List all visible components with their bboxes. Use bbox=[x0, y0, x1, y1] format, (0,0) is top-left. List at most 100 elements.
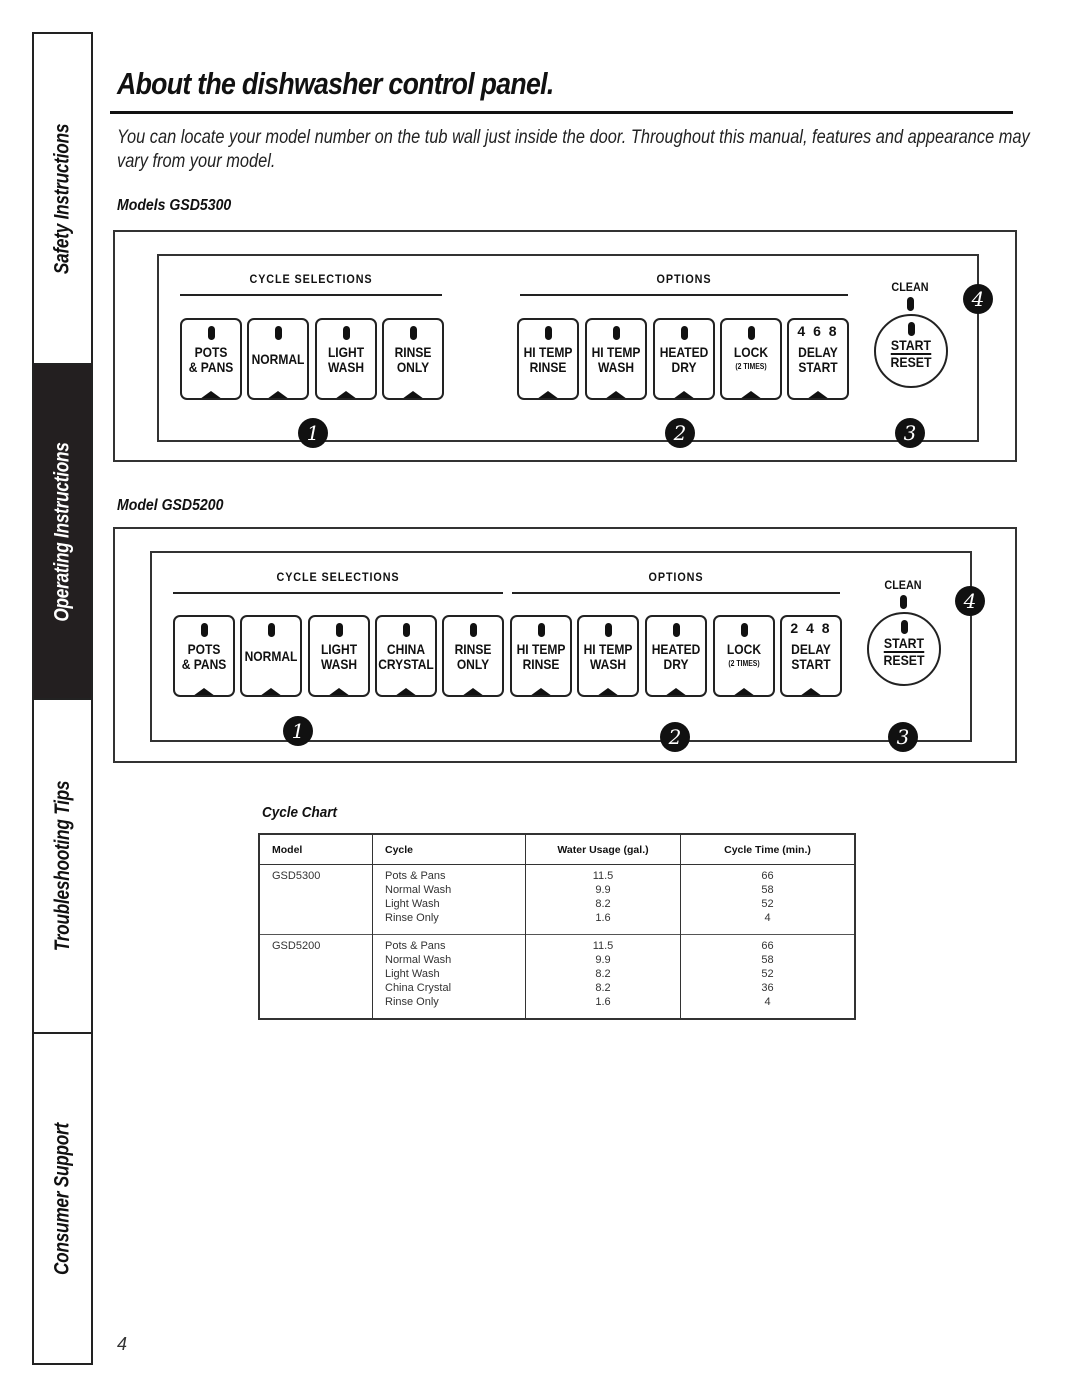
title-rule bbox=[110, 111, 1013, 114]
table-header-row: Model Cycle Water Usage (gal.) Cycle Tim… bbox=[259, 834, 856, 865]
cell-water-usage-value: 1.6 bbox=[595, 996, 611, 1008]
sidebar-tab-consumer-support[interactable]: Consumer Support bbox=[32, 1032, 93, 1365]
key-label: HEATED DRY bbox=[647, 641, 705, 672]
key-label-line-1: DELAY bbox=[798, 344, 838, 360]
key-label-line-2: ONLY bbox=[396, 359, 430, 375]
key-label: CHINA CRYSTAL bbox=[377, 642, 435, 672]
option-button-lock-2-times[interactable]: LOCK (2 TIMES) bbox=[713, 615, 775, 697]
option-button-heated-dry[interactable]: HEATED DRY bbox=[645, 615, 707, 697]
option-button-heated-dry[interactable]: HEATED DRY bbox=[653, 318, 715, 400]
key-label: HEATED DRY bbox=[655, 344, 713, 375]
key-notch-icon bbox=[530, 688, 552, 695]
column-header-model: Model bbox=[259, 834, 373, 865]
cycle-button-pots-pans[interactable]: POTS & PANS bbox=[173, 615, 235, 697]
sidebar-tab-operating-instructions[interactable]: Operating Instructions bbox=[32, 363, 93, 700]
cell-cycle-time-value: 36 bbox=[761, 982, 774, 994]
key-notch-icon bbox=[335, 391, 357, 398]
key-notch-icon bbox=[605, 391, 627, 398]
key-label: LOCK (2 TIMES) bbox=[715, 641, 773, 671]
key-label-line-1: RINSE bbox=[454, 641, 492, 657]
key-label: RINSE ONLY bbox=[384, 345, 442, 375]
start-reset-button[interactable]: START RESET bbox=[867, 612, 941, 686]
cell-cycle-time-value: 58 bbox=[761, 954, 774, 966]
table-row: GSD5200 Pots & Pans Normal Wash Light Wash C… bbox=[259, 934, 856, 1019]
cell-cycle-value: Normal Wash bbox=[385, 884, 452, 896]
key-label-line-1: HEATED bbox=[659, 344, 709, 360]
option-button-lock-2-times[interactable]: LOCK (2 TIMES) bbox=[720, 318, 782, 400]
callout-3-start-reset: 3 bbox=[888, 722, 918, 752]
sidebar-tab-safety-instructions[interactable]: Safety Instructions bbox=[32, 32, 93, 365]
start-reset-button[interactable]: START RESET bbox=[874, 314, 948, 388]
indicator-light-icon bbox=[335, 623, 343, 637]
cycle-button-china-crystal[interactable]: CHINA CRYSTAL bbox=[375, 615, 437, 697]
option-button-delay-start[interactable]: 2 4 8 DELAY START bbox=[780, 615, 842, 697]
key-label-line-2: RINSE bbox=[522, 656, 560, 672]
key-label: HI TEMP RINSE bbox=[519, 344, 577, 375]
key-label-line-1: HEATED bbox=[651, 641, 701, 657]
cell-water-usage-value: 9.9 bbox=[595, 954, 611, 966]
key-notch-icon bbox=[267, 391, 289, 398]
indicator-light-icon bbox=[402, 623, 410, 637]
callout-4-clean-light: 4 bbox=[955, 586, 985, 616]
sidebar-tab-label: Operating Instructions bbox=[50, 441, 74, 622]
start-label-text: START bbox=[890, 337, 932, 355]
key-notch-icon bbox=[733, 688, 755, 695]
clean-indicator-light-icon bbox=[907, 297, 914, 311]
cell-cycle-value: Normal Wash bbox=[385, 954, 452, 966]
key-label-line-1: NORMAL bbox=[251, 351, 305, 367]
callout-1-cycle-selections: 1 bbox=[298, 418, 328, 448]
key-label-line-1: LIGHT bbox=[327, 344, 365, 360]
cell-cycle-time-value: 4 bbox=[764, 912, 771, 924]
cycle-selections-label: CYCLE SELECTIONS bbox=[249, 272, 373, 286]
table-row: GSD5300 Pots & Pans Normal Wash Light Wash R… bbox=[259, 864, 856, 935]
reset-label: RESET bbox=[890, 354, 932, 370]
key-label-line-2: WASH bbox=[320, 656, 358, 672]
indicator-light-icon bbox=[544, 326, 552, 340]
key-label: DELAY START bbox=[782, 642, 840, 672]
option-button-hi-temp-rinse[interactable]: HI TEMP RINSE bbox=[510, 615, 572, 697]
cell-cycle: Pots & Pans Normal Wash Light Wash Rinse On… bbox=[372, 864, 526, 935]
indicator-light-icon bbox=[200, 623, 208, 637]
indicator-light-icon bbox=[680, 326, 688, 340]
key-label-line-1: LOCK bbox=[726, 641, 762, 657]
cell-cycle-value: Light Wash bbox=[385, 898, 440, 910]
key-label: HI TEMP RINSE bbox=[512, 642, 570, 672]
cell-water-usage: 11.5 9.9 8.2 8.2 1.6 bbox=[525, 934, 681, 1019]
option-button-hi-temp-wash[interactable]: HI TEMP WASH bbox=[585, 318, 647, 400]
cell-cycle-value: Pots & Pans bbox=[385, 940, 446, 952]
key-notch-icon bbox=[260, 688, 282, 695]
cell-water-usage-value: 8.2 bbox=[595, 898, 611, 910]
key-label: HI TEMP WASH bbox=[579, 642, 637, 672]
indicator-light-icon bbox=[612, 326, 620, 340]
cycle-button-pots-pans[interactable]: POTS & PANS bbox=[180, 318, 242, 400]
cycle-button-light-wash[interactable]: LIGHT WASH bbox=[315, 318, 377, 400]
cycle-button-light-wash[interactable]: LIGHT WASH bbox=[308, 615, 370, 697]
key-label: LIGHT WASH bbox=[317, 344, 375, 375]
cell-cycle-value: Rinse Only bbox=[385, 996, 439, 1008]
key-label: LOCK (2 TIMES) bbox=[722, 345, 780, 374]
cycle-button-rinse-only[interactable]: RINSE ONLY bbox=[442, 615, 504, 697]
key-notch-icon bbox=[665, 688, 687, 695]
key-label-line-1: HI TEMP bbox=[523, 344, 573, 360]
sidebar-tab-troubleshooting-tips[interactable]: Troubleshooting Tips bbox=[32, 698, 93, 1034]
cell-cycle-time-value: 52 bbox=[761, 898, 774, 910]
cycle-button-normal[interactable]: NORMAL bbox=[240, 615, 302, 697]
option-button-hi-temp-wash[interactable]: HI TEMP WASH bbox=[577, 615, 639, 697]
cell-water-usage: 11.5 9.9 8.2 1.6 bbox=[525, 864, 681, 935]
indicator-light-icon bbox=[207, 326, 215, 340]
cycle-button-rinse-only[interactable]: RINSE ONLY bbox=[382, 318, 444, 400]
key-notch-icon bbox=[193, 688, 215, 695]
indicator-light-icon bbox=[409, 326, 417, 340]
key-label-line-2: (2 TIMES) bbox=[735, 362, 767, 371]
option-button-hi-temp-rinse[interactable]: HI TEMP RINSE bbox=[517, 318, 579, 400]
key-label: POTS & PANS bbox=[182, 345, 240, 375]
reset-label: RESET bbox=[883, 652, 925, 668]
indicator-light-icon bbox=[747, 326, 755, 340]
cell-cycle-time-value: 4 bbox=[764, 996, 771, 1008]
cycle-button-normal[interactable]: NORMAL bbox=[247, 318, 309, 400]
option-button-delay-start[interactable]: 4 6 8 DELAY START bbox=[787, 318, 849, 400]
callout-3-start-reset: 3 bbox=[895, 418, 925, 448]
cell-cycle-time: 66 58 52 36 4 bbox=[680, 934, 856, 1019]
cell-water-usage-value: 11.5 bbox=[592, 940, 614, 952]
indicator-light-icon bbox=[537, 623, 545, 637]
